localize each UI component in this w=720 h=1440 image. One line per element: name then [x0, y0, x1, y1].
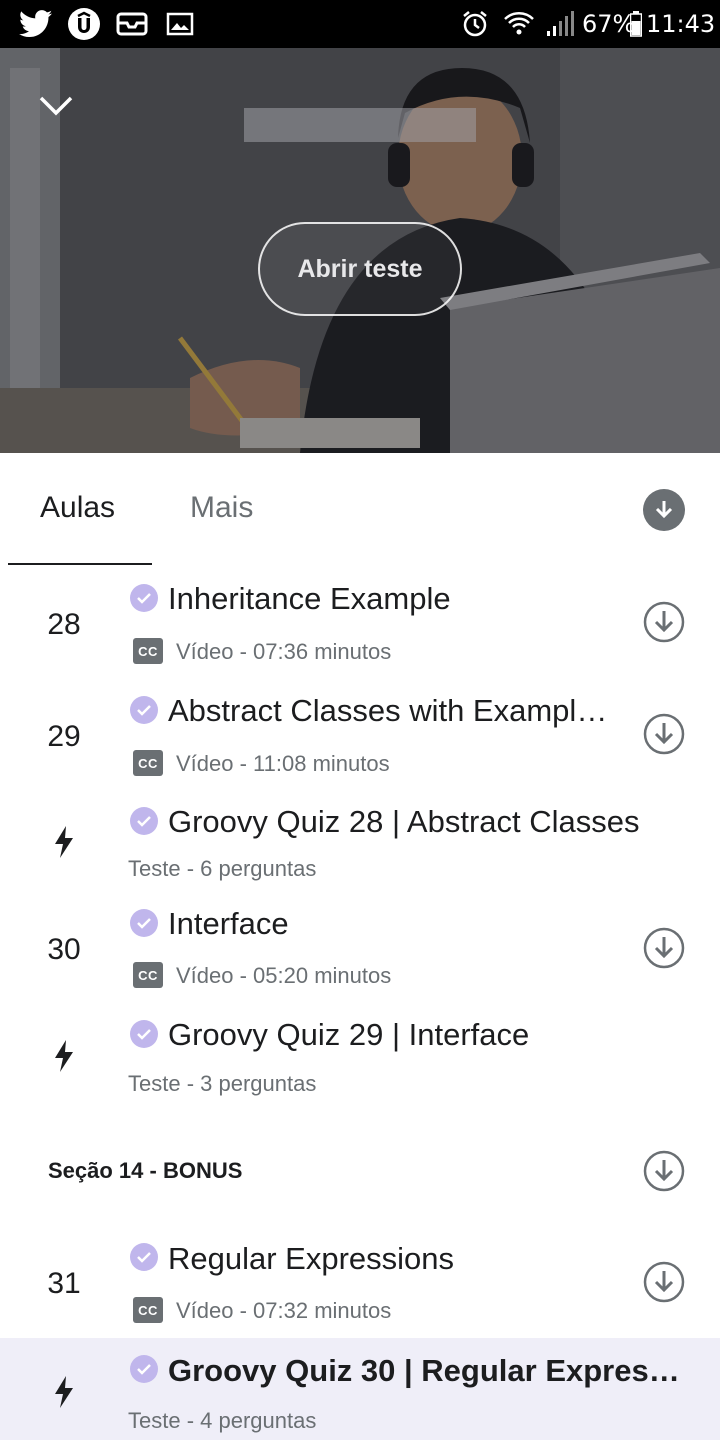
list-item[interactable]: Groovy Quiz 28 | Abstract Classes Teste …: [0, 789, 720, 895]
quiz-meta: Teste - 3 perguntas: [128, 1071, 317, 1096]
list-item[interactable]: 28 Inheritance Example CC Vídeo - 07:36 …: [0, 565, 720, 677]
quiz-meta: Teste - 4 perguntas: [128, 1408, 317, 1433]
lesson-meta: Vídeo - 07:36 minutos: [176, 639, 392, 664]
tab-lessons[interactable]: Aulas: [40, 491, 115, 525]
collapse-button[interactable]: [34, 86, 78, 126]
completed-check-icon[interactable]: [130, 909, 158, 937]
download-icon[interactable]: [643, 1261, 685, 1303]
completed-check-icon[interactable]: [130, 807, 158, 835]
lesson-meta: Vídeo - 11:08 minutos: [176, 751, 390, 776]
content-tabs: Aulas Mais: [0, 453, 720, 565]
list-item-active[interactable]: Groovy Quiz 30 | Regular Expressions Tes…: [0, 1338, 720, 1440]
lesson-number: 29: [47, 720, 81, 753]
completed-check-icon[interactable]: [130, 1020, 158, 1048]
download-icon[interactable]: [643, 713, 685, 755]
course-title-placeholder: [244, 108, 476, 142]
lesson-number: 30: [47, 933, 81, 966]
lesson-meta: Vídeo - 07:32 minutos: [176, 1298, 392, 1323]
udemy-icon: [66, 0, 102, 48]
quiz-title: Groovy Quiz 29 | Interface: [168, 1017, 530, 1052]
closed-captions-icon: CC: [133, 638, 163, 664]
lesson-title: Interface: [168, 906, 289, 941]
lesson-title: Regular Expressions: [168, 1241, 455, 1276]
download-icon[interactable]: [643, 601, 685, 643]
image-icon: [164, 0, 196, 48]
alarm-icon: [458, 0, 492, 48]
open-quiz-button[interactable]: Abrir teste: [258, 222, 462, 316]
wifi-icon: [502, 0, 536, 48]
quiz-title: Groovy Quiz 30 | Regular Expressions: [168, 1353, 688, 1388]
download-icon: [655, 501, 673, 519]
status-bar: 67% 11:43: [0, 0, 720, 48]
lesson-number: 31: [47, 1267, 81, 1300]
download-all-button[interactable]: [643, 489, 685, 531]
completed-check-icon[interactable]: [130, 1243, 158, 1271]
mail-icon: [114, 0, 150, 48]
tab-more[interactable]: Mais: [190, 491, 253, 525]
download-icon[interactable]: [643, 927, 685, 969]
quiz-meta: Teste - 6 perguntas: [128, 856, 317, 881]
quiz-title: Groovy Quiz 28 | Abstract Classes: [168, 804, 640, 839]
completed-check-icon[interactable]: [130, 696, 158, 724]
section-title: Seção 14 - BONUS: [48, 1158, 243, 1183]
list-item[interactable]: 30 Interface CC Vídeo - 05:20 minutos: [0, 895, 720, 1005]
closed-captions-icon: CC: [133, 962, 163, 988]
lesson-title: Inheritance Example: [168, 581, 451, 616]
closed-captions-icon: CC: [133, 750, 163, 776]
course-hero: Abrir teste: [0, 48, 720, 453]
lesson-title: Abstract Classes with Examples: [168, 693, 608, 728]
completed-check-icon[interactable]: [130, 1355, 158, 1383]
completed-check-icon[interactable]: [130, 584, 158, 612]
battery-percent: 67%: [582, 10, 636, 38]
chevron-down-icon: [39, 96, 73, 116]
list-item[interactable]: Groovy Quiz 29 | Interface Teste - 3 per…: [0, 1005, 720, 1115]
clock: 11:43: [646, 10, 716, 38]
signal-icon: [544, 0, 576, 48]
download-section-icon[interactable]: [643, 1150, 685, 1192]
list-item[interactable]: 29 Abstract Classes with Examples CC Víd…: [0, 677, 720, 789]
battery-icon: [629, 0, 643, 48]
quiz-bolt-icon: [55, 1376, 73, 1408]
lesson-number: 28: [47, 608, 81, 641]
twitter-icon: [18, 0, 54, 48]
closed-captions-icon: CC: [133, 1297, 163, 1323]
list-item[interactable]: 31 Regular Expressions CC Vídeo - 07:32 …: [0, 1228, 720, 1338]
quiz-bolt-icon: [55, 1040, 73, 1072]
lesson-meta: Vídeo - 05:20 minutos: [176, 963, 392, 988]
quiz-bolt-icon: [55, 826, 73, 858]
